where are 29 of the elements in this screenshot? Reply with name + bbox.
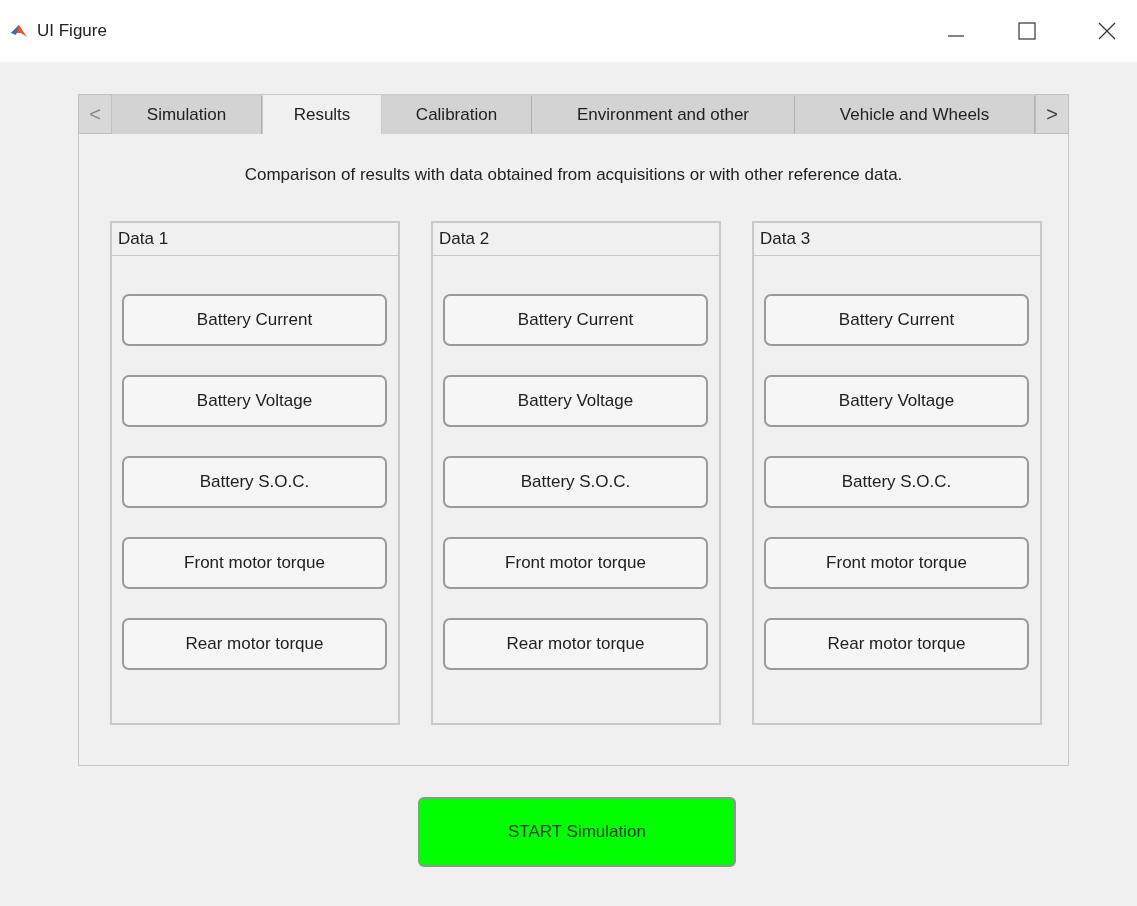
plot-button[interactable]: Battery Voltage [122,374,387,427]
tab[interactable]: Results [262,94,382,134]
tab[interactable]: Environment and other [532,96,795,134]
plot-button[interactable]: Battery S.O.C. [122,455,387,508]
plot-button[interactable]: Battery S.O.C. [764,455,1029,508]
plot-button[interactable]: Battery Current [443,293,708,346]
plot-button[interactable]: Rear motor torque [443,617,708,670]
plot-button[interactable]: Front motor torque [122,536,387,589]
panel-title: Data 3 [754,222,1040,256]
plot-button[interactable]: Rear motor torque [122,617,387,670]
plot-button[interactable]: Rear motor torque [764,617,1029,670]
plot-button[interactable]: Battery Voltage [764,374,1029,427]
plot-button[interactable]: Battery S.O.C. [443,455,708,508]
panel-title: Data 1 [112,222,398,256]
panel-title: Data 2 [433,222,719,256]
start-simulation-button[interactable]: START Simulation [418,797,736,867]
plot-button[interactable]: Front motor torque [764,536,1029,589]
plot-button[interactable]: Battery Current [122,293,387,346]
tab[interactable]: Simulation [112,96,262,134]
right-scroll-button[interactable]: > [1035,94,1069,134]
window-title: UI Figure [37,20,107,43]
tab[interactable]: Vehicle and Wheels [795,96,1035,134]
description-text: Comparison of results with data obtained from acquisitions or with other reference data. [243,164,904,186]
maximize-icon[interactable] [1018,22,1036,40]
tab[interactable]: Calibration [382,96,532,134]
plot-button[interactable]: Front motor torque [443,536,708,589]
plot-button[interactable]: Battery Current [764,293,1029,346]
plot-button[interactable]: Battery Voltage [443,374,708,427]
close-icon[interactable] [1098,22,1116,40]
